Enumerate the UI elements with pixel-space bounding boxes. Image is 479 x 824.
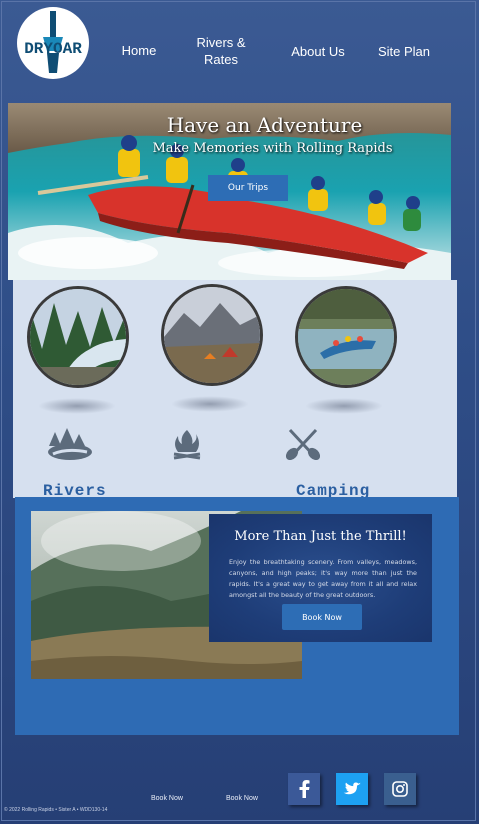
- nav-site-plan[interactable]: Site Plan: [375, 43, 433, 60]
- footer-book-now-link-2[interactable]: Book Now: [226, 795, 258, 802]
- promo-title: More Than Just the Thrill!: [234, 529, 407, 544]
- promo-card: More Than Just the Thrill! Enjoy the bre…: [209, 514, 432, 642]
- nav-about-us[interactable]: About Us: [285, 43, 351, 60]
- hero-subtitle: Make Memories with Rolling Rapids: [152, 141, 393, 156]
- nav-rivers-rates[interactable]: Rivers & Rates: [190, 34, 252, 68]
- instagram-icon: [392, 781, 408, 797]
- forest-river-icon: [48, 428, 92, 460]
- promo-body: Enjoy the breathtaking scenery. From val…: [229, 558, 417, 599]
- logo-text: DRYOAR: [24, 40, 82, 58]
- circle-shadow: [305, 398, 383, 414]
- book-now-button[interactable]: Book Now: [282, 604, 362, 630]
- facebook-button[interactable]: [288, 773, 320, 805]
- circle-shadow: [38, 398, 116, 414]
- river-circle-image: [27, 286, 129, 388]
- camping-circle-image: [161, 284, 263, 386]
- crossed-paddles-icon: [286, 428, 320, 460]
- nav-rivers-rates-line2: Rates: [204, 52, 238, 67]
- twitter-icon: [343, 782, 361, 794]
- rafting-circle-image: [295, 286, 397, 388]
- footer-book-now-link[interactable]: Book Now: [151, 795, 183, 802]
- copyright-text: © 2022 Rolling Rapids • Sister A • WDD13…: [4, 807, 108, 813]
- circle-shadow: [171, 396, 249, 412]
- nav-home[interactable]: Home: [118, 42, 160, 59]
- hero-title: Have an Adventure: [166, 113, 363, 137]
- campfire-icon: [173, 430, 201, 460]
- our-trips-button[interactable]: Our Trips: [208, 175, 288, 201]
- hero-banner: Have an Adventure Make Memories with Rol…: [8, 103, 451, 280]
- facebook-icon: [299, 780, 310, 798]
- instagram-button[interactable]: [384, 773, 416, 805]
- features-section: Rivers Camping: [13, 280, 457, 500]
- twitter-button[interactable]: [336, 773, 368, 805]
- nav-rivers-rates-line1: Rivers &: [196, 35, 246, 50]
- site-logo[interactable]: DRYOAR: [17, 7, 89, 79]
